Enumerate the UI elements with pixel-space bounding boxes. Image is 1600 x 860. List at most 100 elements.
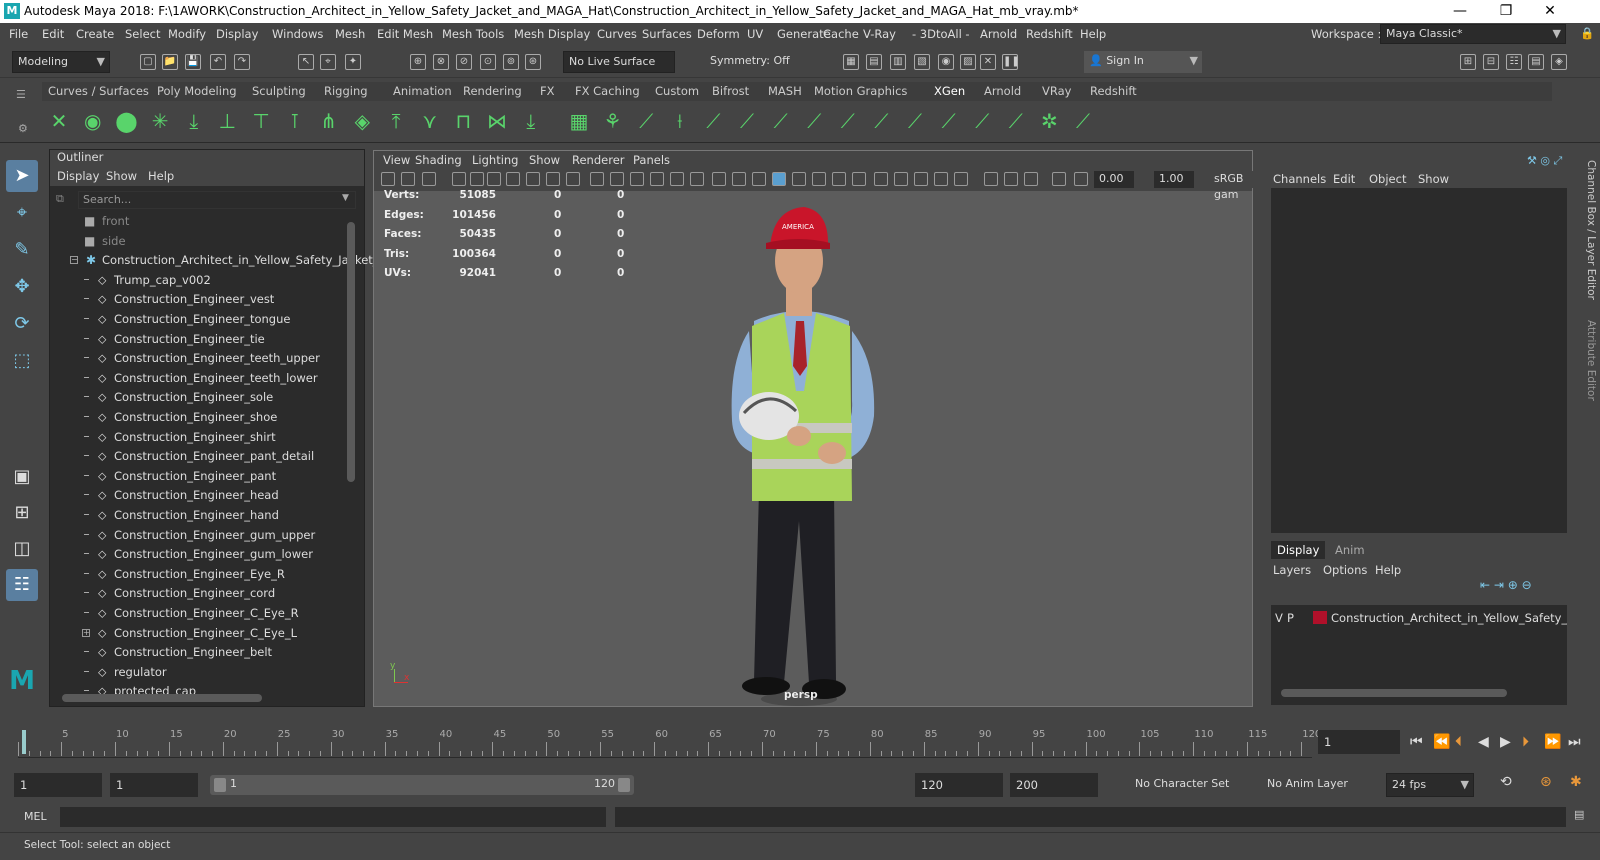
menu-deform[interactable]: Deform [697,27,740,41]
shelf-tab-vray[interactable]: VRay [1042,84,1071,98]
script-editor-icon[interactable]: ▤ [1574,808,1584,821]
close-button[interactable]: ✕ [1528,1,1572,22]
viewport-tool-icon[interactable] [526,172,540,186]
animation-end-field[interactable]: 200 [1010,773,1098,797]
toolbar-tool-icon[interactable]: ✕ [980,54,996,70]
viewport-tool-icon[interactable] [792,172,806,186]
viewport-menu-show[interactable]: Show [529,153,560,167]
viewport-tool-icon[interactable] [914,172,928,186]
shelf-tool-icon[interactable]: ⟋ [969,107,995,135]
shelf-tab-poly-modeling[interactable]: Poly Modeling [157,84,237,98]
shelf-tool-icon[interactable]: ⟋ [633,107,659,135]
menu-edit-mesh[interactable]: Edit Mesh [377,27,433,41]
shelf-tool-icon[interactable]: ▦ [566,107,592,135]
shelf-tool-icon[interactable]: ◉ [80,107,106,135]
shelf-tool-icon[interactable]: ⊓ [450,107,476,135]
layer-playback-toggle[interactable]: P [1287,611,1294,625]
shelf-tool-icon[interactable]: ⟋ [1070,107,1096,135]
range-handle-left[interactable] [214,778,226,792]
current-time-marker[interactable] [22,730,26,754]
animation-start-field[interactable]: 1 [14,773,102,797]
layer-tools-icon[interactable]: ⇤ ⇥ ⊕ ⊖ [1480,578,1532,592]
shelf-tool-icon[interactable]: ⬤ [113,107,139,135]
shelf-tool-icon[interactable]: ✳ [147,107,173,135]
toolbar-tool-icon[interactable]: ▢ [140,54,156,70]
play-backward-icon[interactable]: ◀ [1478,734,1489,750]
shelf-tool-icon[interactable]: ⋔ [316,107,342,135]
scale-tool-icon[interactable]: ⬚ [6,345,38,377]
outliner-row[interactable]: ■ side [50,232,350,251]
command-input[interactable] [60,807,606,827]
menu-redshift[interactable]: Redshift [1026,27,1073,41]
shelf-tab-sculpting[interactable]: Sculpting [252,84,306,98]
restore-button[interactable]: ❐ [1484,1,1528,22]
outliner-row[interactable]: ⬦ Trump_cap_v002 [50,271,350,290]
step-back-key-icon[interactable]: ⏴ [1455,734,1462,750]
outliner-row[interactable]: ⬦ Construction_Engineer_vest [50,290,350,309]
viewport-menu-lighting[interactable]: Lighting [472,153,518,167]
viewport-tool-icon[interactable] [812,172,826,186]
shelf-tool-icon[interactable]: ⋎ [417,107,443,135]
four-view-icon[interactable]: ⊞ [6,497,38,529]
toolbar-tool-icon[interactable]: ⊘ [456,54,472,70]
chevron-down-icon[interactable]: ▼ [342,193,349,203]
toolbar-tool-icon[interactable]: ▨ [960,54,976,70]
viewport-tool-icon[interactable] [832,172,846,186]
viewport-tool-icon[interactable] [1074,172,1088,186]
toolbar-tool-icon[interactable]: 📁 [162,54,178,70]
shelf-tool-icon[interactable]: ⟋ [1003,107,1029,135]
channel-menu-edit[interactable]: Edit [1333,172,1355,186]
shelf-tool-icon[interactable]: ⟋ [768,107,794,135]
menu-mesh-tools[interactable]: Mesh Tools [442,27,504,41]
layer-name[interactable]: Construction_Architect_in_Yellow_Safety_… [1331,611,1567,625]
side-tab-attribute-editor[interactable]: Attribute Editor [1585,320,1597,401]
character-set-dropdown[interactable]: No Character Set [1130,773,1250,797]
outliner-row[interactable]: ⬦ Construction_Engineer_shoe [50,408,350,427]
shelf-tool-icon[interactable]: ◈ [349,107,375,135]
command-language-label[interactable]: MEL [24,810,47,823]
outliner-row[interactable]: ⬦ Construction_Engineer_teeth_lower [50,369,350,388]
shelf-tab-custom[interactable]: Custom [655,84,699,98]
side-tab-channel-box[interactable]: Channel Box / Layer Editor [1585,160,1597,300]
channel-box-tools-icon[interactable]: ⚒ ◎ ⤢ [1527,154,1562,168]
layer-scrollbar[interactable] [1281,689,1507,697]
move-tool-icon[interactable]: ✥ [6,271,38,303]
outliner-search-input[interactable]: Search... [78,191,356,209]
preferences-icon[interactable]: ✱ [1570,774,1582,790]
viewport-tool-icon[interactable] [470,172,484,186]
outliner-row[interactable]: ⬦ Construction_Engineer_head [50,486,350,505]
shelf-tab-rigging[interactable]: Rigging [324,84,368,98]
shelf-tab-fx-caching[interactable]: FX Caching [575,84,640,98]
toolbar-tool-icon[interactable]: ▤ [1528,54,1544,70]
viewport-tool-icon[interactable] [422,172,436,186]
outliner-row[interactable]: ⬦ Construction_Engineer_shirt [50,428,350,447]
shelf-tool-icon[interactable]: ⟋ [835,107,861,135]
shelf-tab-arnold[interactable]: Arnold [984,84,1021,98]
shelf-tool-icon[interactable]: ⋈ [484,107,510,135]
shelf-tab-rendering[interactable]: Rendering [463,84,522,98]
shelf-tool-icon[interactable]: ⟋ [868,107,894,135]
lock-icon[interactable]: 🔒 [1580,26,1594,40]
viewport-tool-icon[interactable] [546,172,560,186]
outliner-row[interactable]: ⬦ regulator [50,663,350,682]
menu-edit[interactable]: Edit [42,27,64,41]
toolbar-tool-icon[interactable]: ◈ [1551,54,1567,70]
shelf-tool-icon[interactable]: ⊥ [215,107,241,135]
outliner-row[interactable]: ⬦ Construction_Engineer_gum_upper [50,526,350,545]
channel-menu-channels[interactable]: Channels [1273,172,1326,186]
menu-create[interactable]: Create [76,27,114,41]
viewport-tool-icon[interactable] [401,172,415,186]
toolbar-tool-icon[interactable]: ☷ [1506,54,1522,70]
viewport-tool-icon[interactable] [670,172,684,186]
collapse-icon[interactable]: − [70,256,78,265]
viewport-tool-icon[interactable] [934,172,948,186]
shelf-tab-mash[interactable]: MASH [768,84,802,98]
toolbar-tool-icon[interactable]: ↖ [298,54,314,70]
outliner-menu-display[interactable]: Display [57,169,99,183]
shelf-tool-icon[interactable]: ⚘ [600,107,626,135]
colorspace-label[interactable]: sRGB gam [1209,171,1253,201]
shelf-tab-fx[interactable]: FX [540,84,555,98]
viewport-panel[interactable]: View Shading Lighting Show Renderer Panels 0.… [373,150,1253,707]
shelf-tab-redshift[interactable]: Redshift [1090,84,1137,98]
viewport-tool-icon[interactable] [752,172,766,186]
